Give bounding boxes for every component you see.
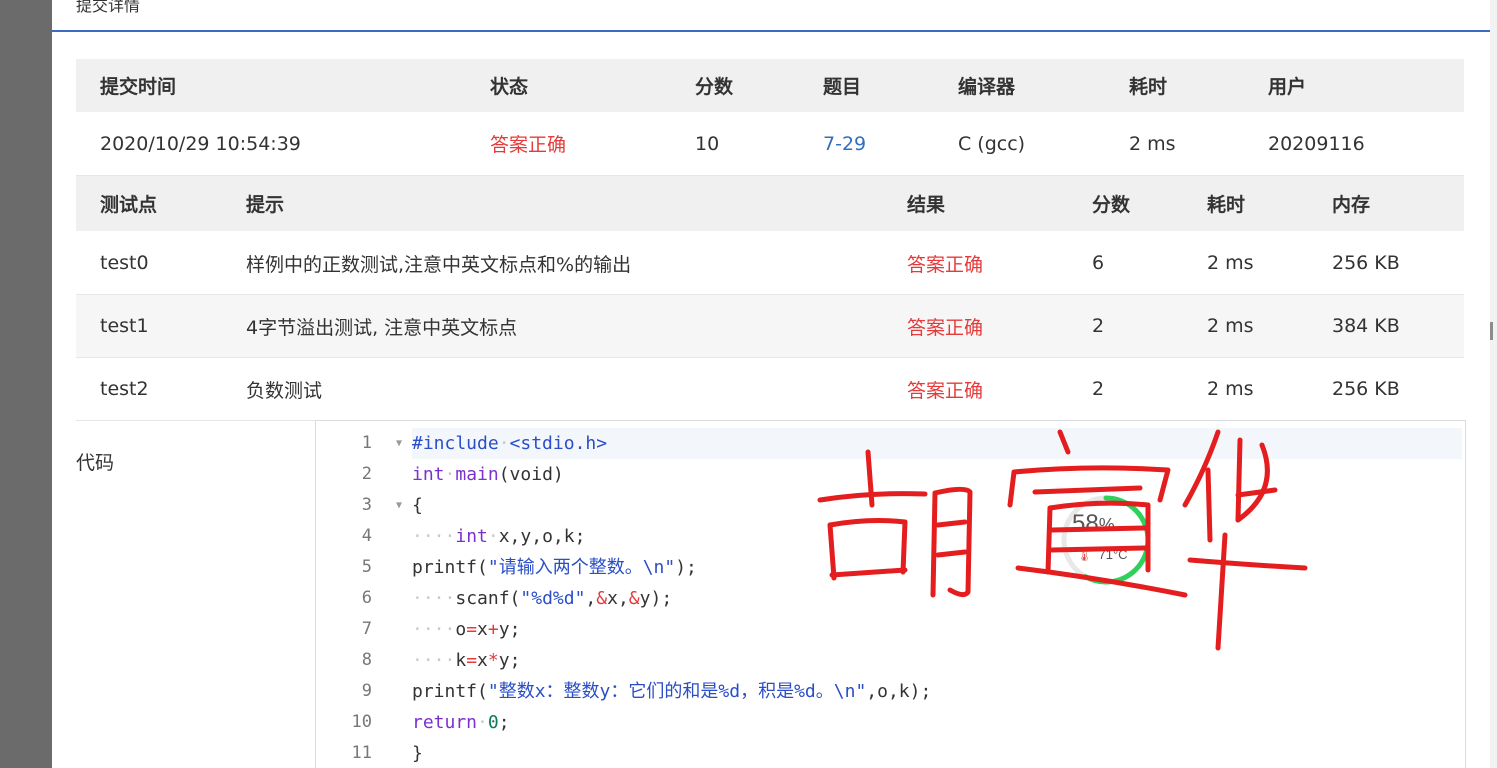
panel-title: 提交详情	[76, 0, 141, 15]
col-test-score: 分数	[1092, 194, 1131, 216]
line-number: 6	[361, 588, 372, 608]
code-line[interactable]: 3 ▼ {	[316, 490, 1465, 521]
table-row: test1 4字节溢出测试, 注意中英文标点 答案正确 2 2 ms 384 K…	[76, 295, 1464, 358]
line-number: 1	[361, 433, 372, 453]
code-text: ····scanf("%d%d",&x,&y);	[412, 588, 673, 609]
col-test-time: 耗时	[1207, 194, 1246, 216]
code-line[interactable]: 2 int·main(void)	[316, 459, 1465, 490]
code-label: 代码	[76, 452, 115, 474]
temperature-readout: 🌡 71°C	[1076, 547, 1128, 563]
code-text: ····k=x*y;	[412, 650, 521, 671]
test-memory: 256 KB	[1332, 378, 1400, 400]
code-line[interactable]: 7 ····o=x+y;	[316, 614, 1465, 645]
table-row: test2 负数测试 答案正确 2 2 ms 256 KB	[76, 358, 1464, 421]
code-line[interactable]: 6 ····scanf("%d%d",&x,&y);	[316, 583, 1465, 614]
line-number: 2	[361, 464, 372, 484]
code-text: printf("整数x：整数y：它们的和是%d，积是%d。\n",o,k);	[412, 681, 932, 702]
scrollbar-track[interactable]	[1490, 0, 1497, 768]
test-hint: 4字节溢出测试, 注意中英文标点	[246, 316, 518, 339]
code-line[interactable]: 5 printf("请输入两个整数。\n");	[316, 552, 1465, 583]
tests-table-header: 测试点 提示 结果 分数 耗时 内存	[76, 176, 1464, 231]
col-user: 用户	[1268, 76, 1307, 98]
test-memory: 256 KB	[1332, 252, 1400, 274]
col-test-point: 测试点	[100, 194, 158, 216]
user-value: 20209116	[1268, 132, 1365, 155]
submission-panel: 提交详情 提交时间 状态 分数 题目 编译器 耗时 用户 2020/10/29 …	[52, 0, 1490, 768]
col-hint: 提示	[246, 194, 285, 216]
code-text: ····o=x+y;	[412, 619, 521, 640]
test-score: 2	[1092, 378, 1105, 400]
col-duration: 耗时	[1129, 76, 1168, 98]
panel-header: 提交详情	[52, 0, 1490, 32]
test-result: 答案正确	[907, 253, 984, 276]
code-line[interactable]: 9 printf("整数x：整数y：它们的和是%d，积是%d。\n",o,k);	[316, 676, 1465, 707]
test-name: test1	[100, 315, 149, 337]
line-number: 3	[361, 495, 372, 515]
line-number: 7	[361, 619, 372, 639]
test-hint: 负数测试	[246, 379, 323, 402]
code-text: printf("请输入两个整数。\n");	[412, 557, 697, 578]
test-score: 6	[1092, 252, 1105, 274]
test-name: test2	[100, 378, 149, 400]
code-line[interactable]: 4 ····int·x,y,o,k;	[316, 521, 1465, 552]
score-value: 10	[695, 132, 720, 155]
fold-arrow-icon[interactable]: ▼	[396, 500, 402, 511]
test-result: 答案正确	[907, 379, 984, 402]
line-number: 5	[361, 557, 372, 577]
code-line[interactable]: 11}	[316, 738, 1465, 768]
code-line[interactable]: 8 ····k=x*y;	[316, 645, 1465, 676]
status-text: 答案正确	[490, 134, 567, 156]
problem-link[interactable]: 7-29	[823, 112, 866, 175]
submission-table-header: 提交时间 状态 分数 题目 编译器 耗时 用户	[76, 59, 1464, 112]
code-viewer[interactable]: 1 ▼ #include·<stdio.h> 2 int·main(void) 3 ▼ {4 ·…	[315, 420, 1466, 768]
col-score: 分数	[695, 76, 734, 98]
cpu-percent: 58%	[1072, 510, 1115, 538]
line-number: 10	[351, 712, 372, 732]
test-score: 2	[1092, 315, 1105, 337]
col-compiler: 编译器	[958, 76, 1016, 98]
progress-ring	[1061, 495, 1151, 585]
code-text: }	[412, 743, 423, 764]
line-number: 11	[351, 743, 372, 763]
cpu-monitor-widget[interactable]: 58% 🌡 71°C	[1058, 492, 1154, 588]
scrollbar-thumb[interactable]	[1490, 322, 1493, 340]
line-number: 4	[361, 526, 372, 546]
code-text: int·main(void)	[412, 464, 564, 485]
submit-time: 2020/10/29 10:54:39	[100, 132, 301, 155]
test-memory: 384 KB	[1332, 315, 1400, 337]
code-line[interactable]: 1 ▼ #include·<stdio.h>	[316, 428, 1465, 459]
col-result: 结果	[907, 194, 946, 216]
cpu-percent-value: 58	[1072, 510, 1099, 537]
test-time: 2 ms	[1207, 252, 1254, 274]
col-status: 状态	[490, 76, 529, 98]
code-text: #include·<stdio.h>	[412, 428, 1462, 459]
percent-symbol: %	[1098, 515, 1115, 535]
test-result: 答案正确	[907, 316, 984, 339]
col-submit-time: 提交时间	[100, 76, 177, 98]
test-time: 2 ms	[1207, 378, 1254, 400]
col-problem: 题目	[823, 76, 862, 98]
code-text: return·0;	[412, 712, 510, 733]
code-text: ····int·x,y,o,k;	[412, 526, 586, 547]
col-memory: 内存	[1332, 194, 1371, 216]
test-hint: 样例中的正数测试,注意中英文标点和%的输出	[246, 253, 632, 276]
duration-value: 2 ms	[1129, 132, 1176, 155]
submission-row: 2020/10/29 10:54:39 答案正确 10 7-29 C (gcc)…	[76, 112, 1464, 176]
temperature-value: 71°C	[1098, 547, 1128, 562]
code-line[interactable]: 10 return·0;	[316, 707, 1465, 738]
line-number: 8	[361, 650, 372, 670]
table-row: test0 样例中的正数测试,注意中英文标点和%的输出 答案正确 6 2 ms …	[76, 232, 1464, 295]
test-time: 2 ms	[1207, 315, 1254, 337]
fold-arrow-icon[interactable]: ▼	[396, 438, 402, 449]
thermometer-icon: 🌡	[1076, 547, 1093, 562]
code-text: {	[412, 495, 423, 516]
compiler-value: C (gcc)	[958, 132, 1026, 155]
test-name: test0	[100, 252, 149, 274]
line-number: 9	[361, 681, 372, 701]
